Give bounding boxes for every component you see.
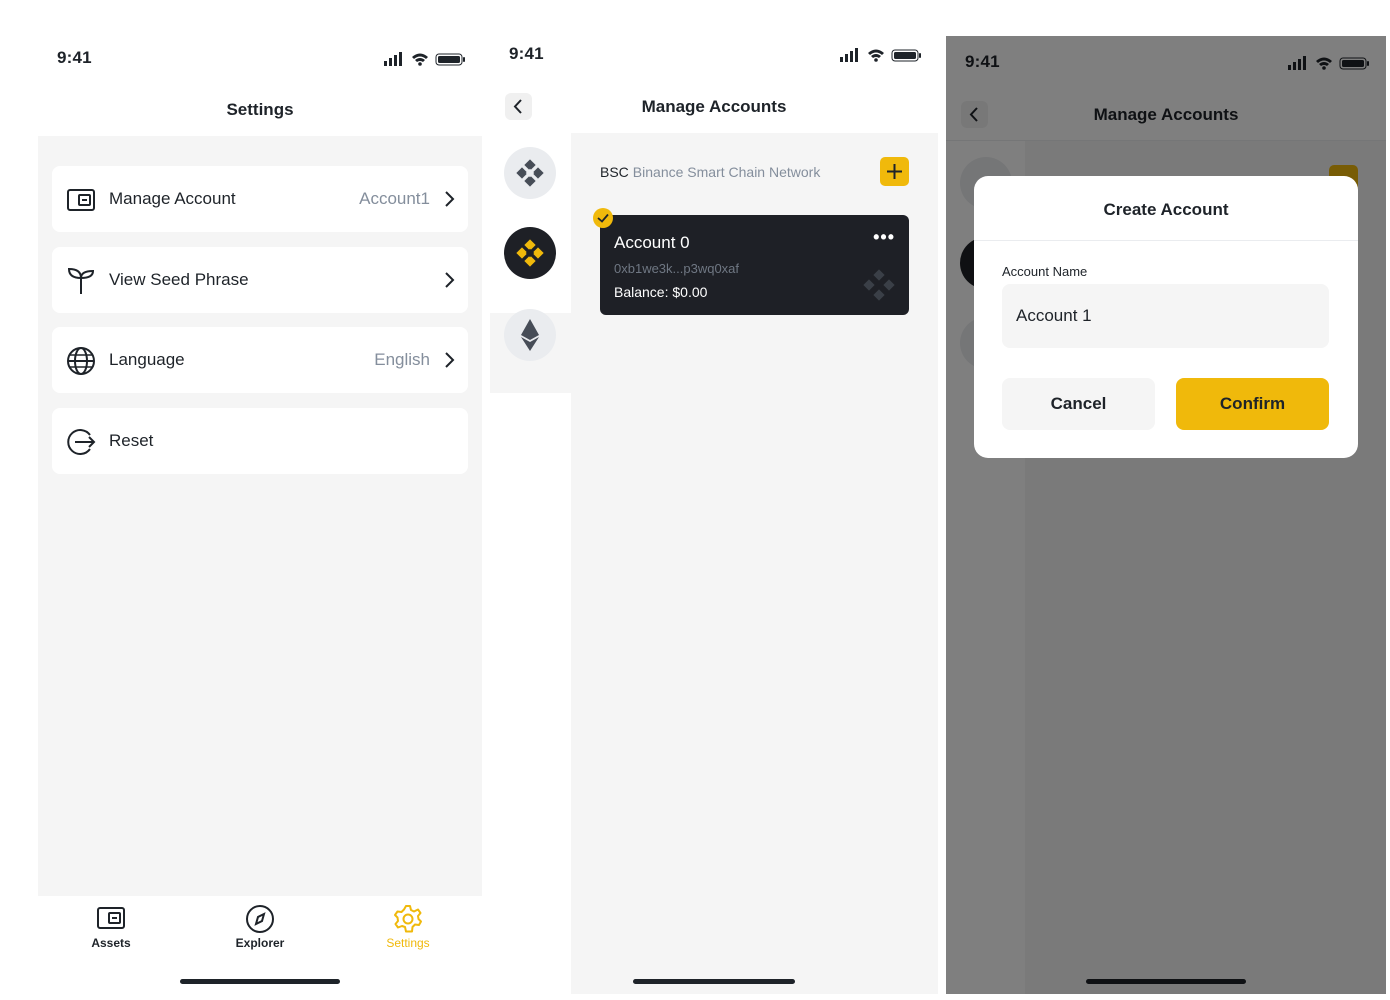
create-account-screen: 9:41 Manage Accounts Create Account Acco…	[946, 36, 1386, 994]
tab-bar: Assets Explorer Settings	[38, 896, 482, 994]
row-value: Account1	[359, 189, 430, 208]
network-label: BSC Binance Smart Chain Network	[600, 164, 820, 180]
account-name-input[interactable]	[1002, 284, 1329, 348]
create-account-dialog: Create Account Account Name Cancel Confi…	[974, 176, 1358, 458]
status-time: 9:41	[509, 44, 544, 63]
wallet-icon	[97, 907, 125, 929]
view-seed-phrase-row[interactable]: View Seed Phrase	[52, 247, 468, 313]
chevron-right-icon	[445, 272, 455, 288]
selected-check-icon	[593, 208, 613, 228]
chevron-right-icon	[445, 352, 455, 368]
row-label: Language	[109, 350, 185, 369]
account-balance: Balance: $0.00	[614, 284, 708, 300]
tab-assets[interactable]: Assets	[56, 904, 166, 950]
page-title: Manage Accounts	[641, 97, 787, 116]
account-name-label: Account Name	[1002, 264, 1088, 279]
tab-label: Settings	[386, 936, 430, 950]
network-code: BSC	[600, 164, 629, 180]
row-label: Reset	[109, 431, 154, 450]
plus-icon	[887, 164, 902, 179]
manage-accounts-screen: 9:41 Manage Accounts BSC Binance Smart Ch…	[490, 36, 938, 994]
bsc-chain-item[interactable]	[504, 227, 556, 279]
status-bar: 9:41	[490, 36, 938, 80]
gear-icon	[394, 905, 422, 933]
row-value: English	[374, 350, 430, 369]
compass-icon	[246, 905, 274, 933]
tab-label: Explorer	[235, 936, 285, 950]
confirm-button[interactable]: Confirm	[1176, 378, 1329, 430]
wallet-icon	[67, 189, 95, 211]
settings-screen: 9:41 Settings Manage Account Account1 Vi…	[38, 36, 482, 994]
add-account-button[interactable]	[880, 157, 909, 186]
account-card[interactable]: Account 0 0xb1we3k...p3wq0xaf Balance: $…	[600, 215, 909, 315]
status-icons	[384, 52, 465, 66]
chain-selector	[490, 133, 571, 994]
ethereum-icon	[521, 319, 539, 351]
row-label: Manage Account	[109, 189, 236, 208]
bnb-icon	[516, 159, 544, 187]
sprout-icon	[67, 267, 95, 294]
tab-explorer[interactable]: Explorer	[205, 904, 315, 950]
bsc-icon	[516, 239, 544, 267]
chevron-right-icon	[445, 191, 455, 207]
more-options-button[interactable]: •••	[873, 227, 895, 248]
logout-icon	[67, 429, 96, 455]
status-bar: 9:41	[38, 36, 482, 80]
tab-settings[interactable]: Settings	[353, 904, 463, 950]
language-row[interactable]: Language English	[52, 327, 468, 393]
cancel-button[interactable]: Cancel	[1002, 378, 1155, 430]
network-name: Binance Smart Chain Network	[632, 164, 821, 180]
bsc-watermark-icon	[863, 269, 895, 301]
home-indicator	[180, 979, 340, 984]
account-name: Account 0	[614, 233, 690, 252]
bnb-chain-item[interactable]	[504, 147, 556, 199]
page-title: Settings	[226, 100, 294, 119]
dialog-title: Create Account	[1103, 200, 1229, 219]
account-address: 0xb1we3k...p3wq0xaf	[614, 261, 740, 276]
ethereum-chain-item[interactable]	[504, 309, 556, 361]
tab-label: Assets	[91, 936, 131, 950]
globe-icon	[67, 347, 95, 375]
settings-list: Manage Account Account1 View Seed Phrase…	[38, 136, 482, 896]
manage-account-row[interactable]: Manage Account Account1	[52, 166, 468, 232]
dialog-divider	[974, 240, 1358, 241]
home-indicator	[633, 979, 795, 984]
status-time: 9:41	[57, 48, 92, 67]
accounts-panel: BSC Binance Smart Chain Network Account 0…	[571, 133, 938, 994]
status-icons	[840, 48, 921, 62]
row-label: View Seed Phrase	[109, 270, 249, 289]
reset-row[interactable]: Reset	[52, 408, 468, 474]
